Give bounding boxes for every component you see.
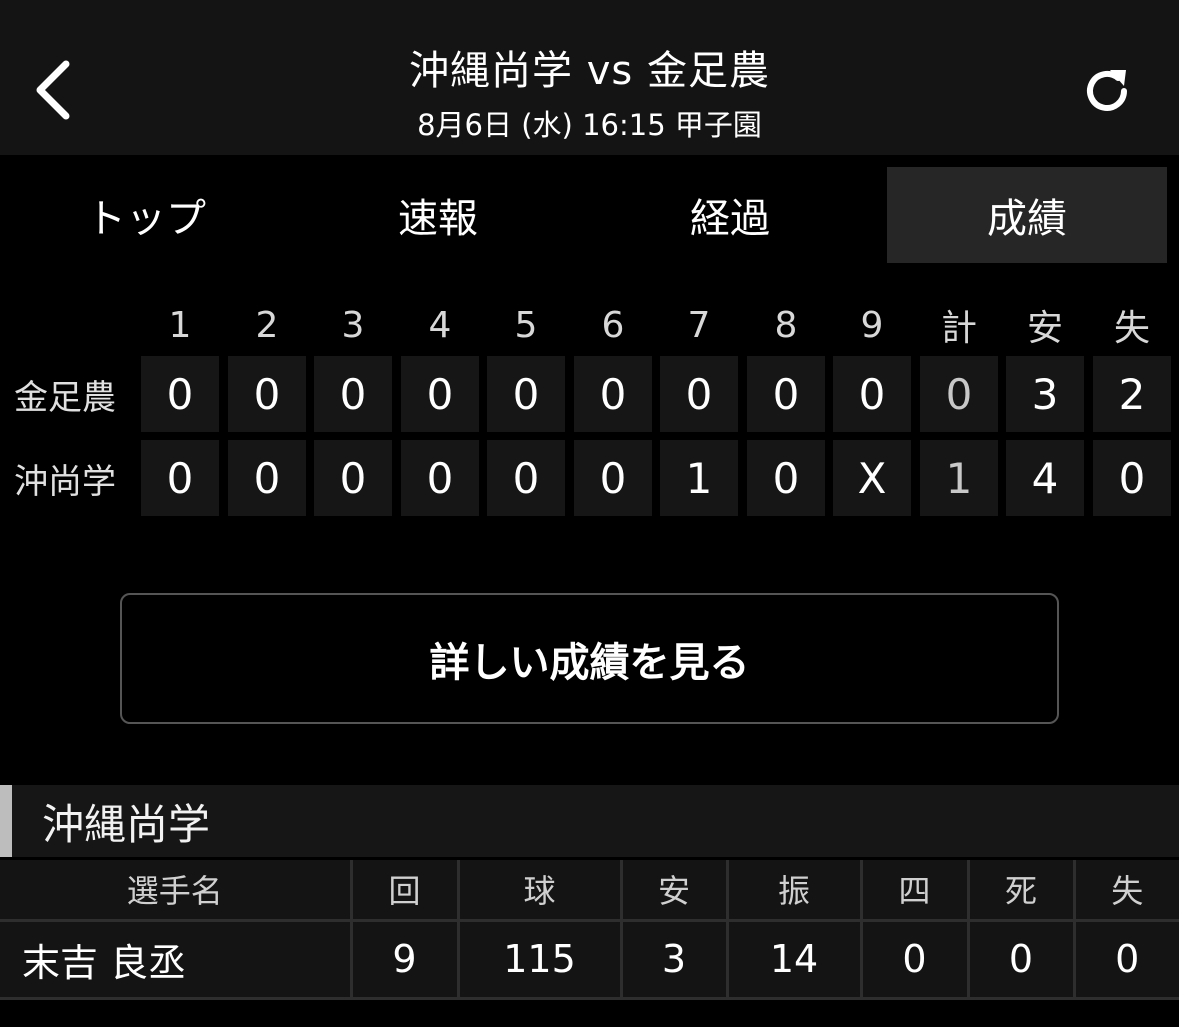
section-accent-bar [0, 785, 12, 857]
scoreboard-cell: 0 [1093, 440, 1171, 516]
page-title: 沖縄尚学 vs 金足農 [409, 48, 770, 94]
scoreboard-cell: 0 [314, 356, 392, 432]
header-hits: 安 [621, 860, 729, 922]
scoreboard-column-header: 安 [1026, 308, 1063, 349]
scoreboard-cell: 0 [487, 356, 565, 432]
scoreboard-cell: 0 [487, 440, 565, 516]
header-walks: 四 [861, 860, 970, 922]
stat-strikeouts: 14 [727, 920, 863, 1000]
header-player-name: 選手名 [0, 860, 353, 922]
scoreboard-cell: 0 [747, 356, 825, 432]
stat-hits: 3 [621, 920, 729, 1000]
stat-runs: 0 [1074, 920, 1179, 1000]
scoreboard-team-name: 金足農 [14, 377, 116, 418]
table-row[interactable]: 末吉 良丞 9 115 3 14 0 0 0 [0, 920, 1179, 1000]
scoreboard-column-header: 計 [940, 308, 977, 349]
refresh-button[interactable] [1074, 58, 1140, 124]
tab-top[interactable]: トップ [0, 167, 292, 263]
scoreboard-cell: 0 [401, 356, 479, 432]
scoreboard-column-header: 7 [687, 304, 711, 346]
team-section-header: 沖縄尚学 [0, 785, 1179, 857]
scoreboard-cell: 0 [574, 356, 652, 432]
header-strikeouts: 振 [727, 860, 863, 922]
scoreboard-cell: 3 [1006, 356, 1084, 432]
table-header-row: 選手名 回 球 安 振 四 死 失 [0, 860, 1179, 922]
stat-hit-by-pitch: 0 [968, 920, 1076, 1000]
scoreboard-cell: 1 [660, 440, 738, 516]
stat-innings: 9 [351, 920, 460, 1000]
scoreboard-column-header: 2 [255, 304, 279, 346]
scoreboard-cell: 1 [920, 440, 998, 516]
scoreboard-cell: 0 [574, 440, 652, 516]
tab-live[interactable]: 速報 [292, 167, 584, 263]
scoreboard-column-header: 4 [428, 304, 452, 346]
scoreboard-cell: 0 [920, 356, 998, 432]
scoreboard-cell: X [833, 440, 911, 516]
game-info: 8月6日 (水) 16:15 甲子園 [417, 108, 762, 142]
tab-bar: トップ 速報 経過 成績 [0, 167, 1179, 263]
player-name: 末吉 良丞 [0, 920, 353, 1000]
scoreboard-cell: 4 [1006, 440, 1084, 516]
scoreboard-cell: 0 [747, 440, 825, 516]
scoreboard-cell: 2 [1093, 356, 1171, 432]
scoreboard-column-header: 5 [514, 304, 538, 346]
scoreboard-column-header: 失 [1113, 308, 1150, 349]
scoreboard-column-header: 6 [601, 304, 625, 346]
scoreboard-cell: 0 [401, 440, 479, 516]
header-innings: 回 [351, 860, 460, 922]
header-runs: 失 [1074, 860, 1179, 922]
scoreboard-cell: 0 [660, 356, 738, 432]
header-pitches: 球 [458, 860, 623, 922]
header-hit-by-pitch: 死 [968, 860, 1076, 922]
team-section-title: 沖縄尚学 [42, 799, 211, 849]
tab-progress[interactable]: 経過 [584, 167, 876, 263]
tab-stats[interactable]: 成績 [887, 167, 1167, 263]
top-bar: 沖縄尚学 vs 金足農 8月6日 (水) 16:15 甲子園 [0, 0, 1179, 155]
scoreboard-column-header: 3 [341, 304, 365, 346]
view-detailed-stats-button[interactable]: 詳しい成績を見る [120, 593, 1059, 724]
stat-walks: 0 [861, 920, 970, 1000]
scoreboard-cell: 0 [228, 440, 306, 516]
pitching-stats-table: 選手名 回 球 安 振 四 死 失 末吉 良丞 9 115 3 14 0 0 0 [0, 860, 1179, 1000]
scoreboard-column-header: 9 [860, 304, 884, 346]
scoreboard-cell: 0 [228, 356, 306, 432]
scoreboard-cell: 0 [833, 356, 911, 432]
stat-pitches: 115 [458, 920, 623, 1000]
scoreboard-column-header: 8 [774, 304, 798, 346]
refresh-icon [1087, 70, 1127, 111]
scoreboard-column-header: 1 [168, 304, 192, 346]
scoreboard-team-name: 沖尚学 [14, 461, 116, 502]
scoreboard-cell: 0 [141, 356, 219, 432]
scoreboard-cell: 0 [141, 440, 219, 516]
scoreboard-cell: 0 [314, 440, 392, 516]
